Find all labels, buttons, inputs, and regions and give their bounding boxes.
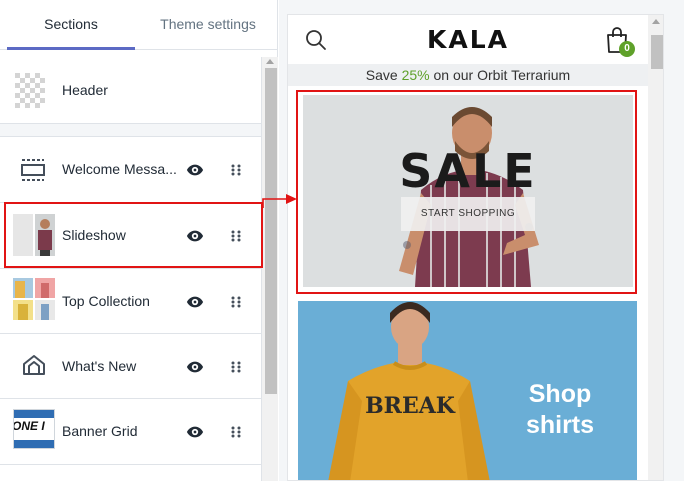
slideshow-row-highlight xyxy=(4,202,263,268)
tab-theme-settings[interactable]: Theme settings xyxy=(138,0,278,50)
eye-icon[interactable] xyxy=(186,423,204,441)
section-label: Banner Grid xyxy=(62,423,138,439)
slideshow-title: SALE xyxy=(399,144,537,198)
section-list: Header Welcome Messa... Slideshow Top Co… xyxy=(0,57,262,481)
top-collection-thumbnail xyxy=(13,278,55,320)
store-logo[interactable]: KALA xyxy=(288,15,648,63)
cart-count-badge: 0 xyxy=(619,41,635,57)
shop-shirts-line1: Shop xyxy=(528,380,592,408)
store-header: KALA 0 xyxy=(288,15,648,63)
announcement-discount: 25% xyxy=(401,67,430,83)
welcome-message-icon xyxy=(21,159,45,181)
section-label: Top Collection xyxy=(62,293,150,309)
whats-new-icon xyxy=(23,355,45,375)
banner-grid-thumb-text: ONE I xyxy=(13,419,45,433)
drag-handle-icon[interactable] xyxy=(230,293,242,311)
tab-sections[interactable]: Sections xyxy=(7,0,135,50)
drag-handle-icon[interactable] xyxy=(230,358,242,376)
section-row-header[interactable]: Header xyxy=(0,57,261,122)
sections-scrollbar-thumb[interactable] xyxy=(265,68,277,394)
tabs-bar: Sections Theme settings xyxy=(0,0,278,50)
eye-icon[interactable] xyxy=(186,161,204,179)
announcement-text-before: Save xyxy=(365,67,402,83)
search-icon[interactable] xyxy=(305,29,327,51)
drag-handle-icon[interactable] xyxy=(230,161,242,179)
section-row-top-collection[interactable]: Top Collection xyxy=(0,269,261,334)
store-preview: KALA 0 Save 25% on our Orbit Terrarium S… xyxy=(287,14,664,481)
sweatshirt-print: BREAK xyxy=(365,393,456,419)
announcement-bar: Save 25% on our Orbit Terrarium xyxy=(288,64,648,86)
section-row-whats-new[interactable]: What's New xyxy=(0,334,261,399)
row-divider xyxy=(0,464,261,465)
drag-handle-icon[interactable] xyxy=(230,423,242,441)
header-thumbnail xyxy=(15,73,45,108)
eye-icon[interactable] xyxy=(186,293,204,311)
section-label: What's New xyxy=(62,358,137,374)
eye-icon[interactable] xyxy=(186,358,204,376)
start-shopping-button[interactable]: START SHOPPING xyxy=(401,197,535,231)
section-label: Welcome Messa... xyxy=(62,161,177,177)
preview-scrollbar-thumb[interactable] xyxy=(651,35,663,69)
shop-shirts-line2: shirts xyxy=(525,411,595,439)
arrow-right-icon xyxy=(262,194,297,208)
section-group-divider xyxy=(0,123,261,137)
banner-grid-thumbnail: ONE I xyxy=(13,409,55,449)
preview-scrollbar[interactable] xyxy=(648,15,663,480)
preview-scroll-up-icon[interactable] xyxy=(652,19,660,24)
section-row-banner-grid[interactable]: ONE I Banner Grid xyxy=(0,399,261,464)
announcement-text-after: on our Orbit Terrarium xyxy=(429,67,571,83)
section-label: Header xyxy=(62,82,108,98)
shop-shirts-heading: Shop shirts xyxy=(498,379,622,441)
shop-shirts-banner[interactable]: BREAK Shop shirts xyxy=(298,301,637,480)
section-row-welcome-message[interactable]: Welcome Messa... xyxy=(0,137,261,202)
scroll-up-icon[interactable] xyxy=(266,59,274,64)
